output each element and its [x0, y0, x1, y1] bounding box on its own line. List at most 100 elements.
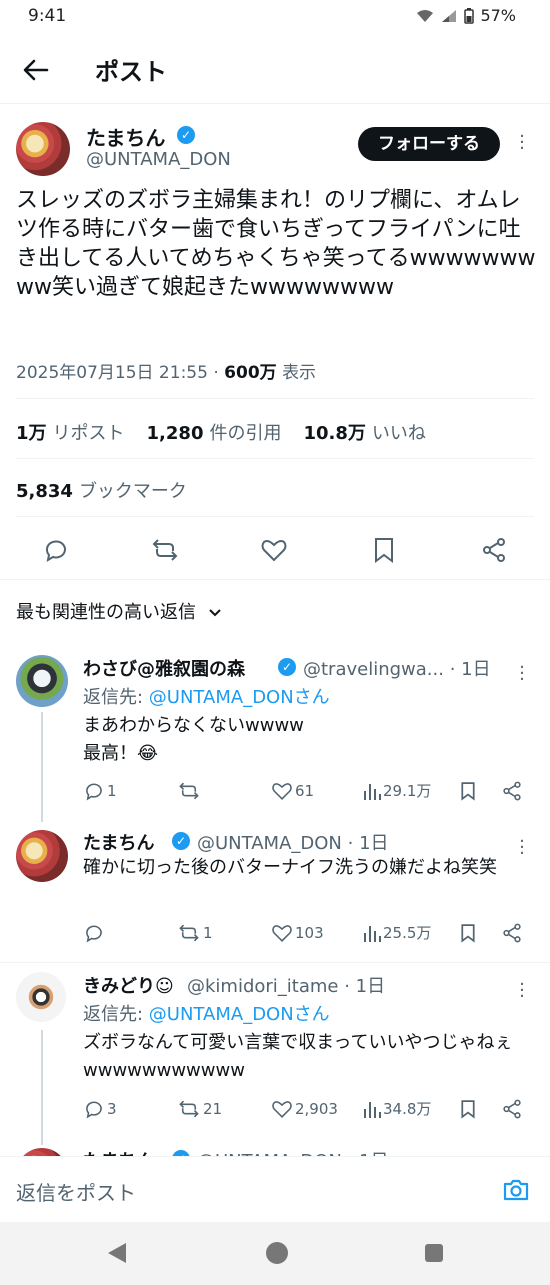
bookmark-stat[interactable]: 5,834 ブックマーク [16, 477, 187, 503]
reply-avatar[interactable] [16, 655, 68, 707]
signal-icon [442, 9, 457, 22]
bookmark-icon[interactable] [458, 922, 478, 944]
arrow-left-icon [23, 59, 49, 81]
status-bar: 9:41 57% [0, 0, 550, 34]
author-avatar[interactable] [16, 122, 70, 176]
bookmark-label: ブックマーク [78, 481, 187, 502]
reply-handle[interactable]: @travelingwa... [303, 659, 444, 680]
replying-to: 返信先: @UNTAMA_DONさん [83, 683, 330, 709]
follow-button[interactable]: フォローする [358, 127, 500, 161]
author-name[interactable]: たまちん [86, 122, 165, 151]
battery-level: 57% [480, 6, 516, 25]
nav-home-icon[interactable] [266, 1242, 288, 1264]
like-count: 103 [295, 924, 324, 942]
reply-sort-dropdown[interactable]: 最も関連性の高い返信 [16, 598, 222, 624]
reply-icon [86, 1101, 102, 1119]
repost-icon [179, 1100, 199, 1118]
bookmark-icon[interactable] [458, 1098, 478, 1120]
repost-count: 1万 [16, 423, 47, 444]
reply-count: 1 [107, 782, 117, 800]
reply-composer[interactable]: 返信をポスト [0, 1156, 550, 1222]
analytics-icon [364, 925, 381, 942]
bookmark-stats[interactable]: 5,834 ブックマーク [16, 477, 187, 503]
more-options-icon[interactable]: · · · [517, 659, 527, 689]
reply-button[interactable]: 1 [83, 780, 117, 802]
reply-handle[interactable]: @UNTAMA_DON [197, 833, 342, 854]
replying-prefix: 返信先: [83, 687, 149, 708]
like-button[interactable]: 2,903 [271, 1098, 338, 1120]
view-count: 34.8万 [383, 1100, 432, 1118]
quote-stat[interactable]: 1,280 件の引用 [147, 419, 282, 445]
nav-back-icon[interactable] [108, 1243, 126, 1263]
reply-action-bar: 1 103 25.5万 [83, 922, 523, 950]
verified-badge-icon: ✓ [172, 832, 190, 850]
repost-button[interactable]: 1 [177, 922, 213, 944]
bookmark-icon[interactable] [458, 780, 478, 802]
quote-count: 1,280 [146, 423, 204, 444]
reply-avatar[interactable] [16, 830, 68, 882]
tweet-datetime[interactable]: 2025年07月15日 21:55 [16, 363, 208, 383]
repost-count: 21 [203, 1100, 223, 1118]
reply-author-name[interactable]: たまちん [83, 829, 154, 855]
more-options-icon[interactable]: · · · [517, 128, 527, 158]
share-icon[interactable] [501, 922, 523, 944]
analytics-icon [364, 783, 381, 800]
back-button[interactable] [18, 52, 54, 88]
thread-line [41, 1030, 43, 1145]
author-handle[interactable]: @UNTAMA_DON [86, 149, 231, 170]
views-button[interactable]: 25.5万 [363, 922, 431, 943]
like-icon [272, 1101, 292, 1118]
more-options-icon[interactable]: · · · [517, 976, 527, 1006]
reply-count: 3 [107, 1100, 117, 1118]
reply-avatar[interactable] [16, 972, 66, 1022]
reply-meta: @kimidori_itame · 1日 [187, 976, 386, 997]
reply-icon[interactable] [42, 536, 70, 564]
reply-handle[interactable]: @kimidori_itame [187, 976, 339, 997]
view-count: 25.5万 [383, 924, 432, 942]
repost-icon [179, 782, 199, 800]
camera-icon[interactable] [502, 1176, 530, 1204]
reply-author-name[interactable]: わさび@雅叙園の森 [83, 655, 245, 681]
app-header: ポスト [0, 34, 550, 104]
like-label: いいね [371, 423, 426, 444]
replying-to-link[interactable]: @UNTAMA_DONさん [149, 687, 330, 708]
reply-icon [86, 925, 102, 943]
bookmark-icon[interactable] [370, 536, 398, 564]
reply-input[interactable]: 返信をポスト [16, 1177, 136, 1206]
view-count: 29.1万 [383, 782, 432, 800]
share-icon[interactable] [480, 536, 508, 564]
page-title: ポスト [95, 58, 167, 86]
sort-label: 最も関連性の高い返信 [16, 602, 196, 623]
repost-icon[interactable] [151, 536, 179, 564]
verified-badge-icon: ✓ [278, 658, 296, 676]
status-time: 9:41 [28, 6, 67, 26]
engagement-stats: 1万 リポスト 1,280 件の引用 10.8万 いいね [16, 419, 426, 445]
share-icon[interactable] [501, 780, 523, 802]
repost-stat[interactable]: 1万 リポスト [16, 419, 125, 445]
reply-text: まあわからなくないwwww 最高！😂 [83, 715, 304, 764]
like-stat[interactable]: 10.8万 いいね [303, 419, 425, 445]
replying-to-link[interactable]: @UNTAMA_DONさん [149, 1004, 330, 1025]
like-icon [272, 925, 292, 942]
like-icon[interactable] [260, 536, 288, 564]
reply-action-bar: 3 21 2,903 34.8万 [83, 1098, 523, 1126]
like-button[interactable]: 61 [271, 780, 314, 802]
like-icon [272, 783, 292, 800]
reply-button[interactable]: 3 [83, 1098, 117, 1120]
repost-button[interactable] [177, 780, 203, 802]
repost-button[interactable]: 21 [177, 1098, 222, 1120]
reply-button[interactable] [83, 922, 107, 944]
views-button[interactable]: 29.1万 [363, 780, 431, 801]
views-button[interactable]: 34.8万 [363, 1098, 431, 1119]
analytics-icon [364, 1101, 381, 1118]
share-icon[interactable] [501, 1098, 523, 1120]
reply-time: 1日 [461, 659, 491, 680]
like-button[interactable]: 103 [271, 922, 324, 944]
reply-meta: @travelingwa... · 1日 [303, 659, 491, 680]
reply-author-name[interactable]: きみどり☺ [83, 972, 174, 998]
repost-icon [179, 924, 199, 942]
divider [16, 516, 534, 517]
bookmark-count: 5,834 [16, 481, 73, 502]
nav-recents-icon[interactable] [425, 1244, 443, 1262]
tweet-meta: 2025年07月15日 21:55 · 600万 表示 [16, 358, 316, 383]
